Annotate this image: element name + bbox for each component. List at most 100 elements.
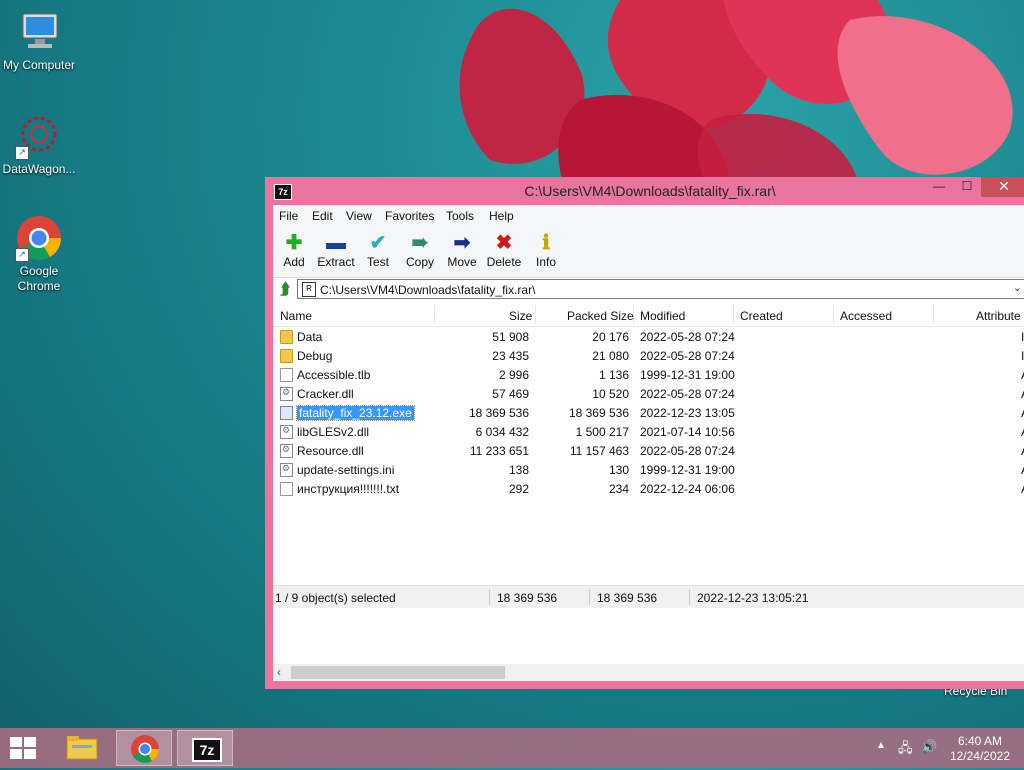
status-selected: 1 / 9 object(s) selected — [275, 591, 396, 605]
table-row[interactable]: инструкция!!!!!!!.txt 292 234 2022-12-24 06… — [273, 480, 1024, 499]
desktop-icon-chrome[interactable]: ↗ Google Chrome — [0, 214, 78, 294]
scroll-left-icon[interactable]: ‹ — [277, 665, 281, 679]
taskbar: 7z ▲ 🖧 🔊 6:40 AM 12/24/2022 — [0, 728, 1024, 768]
desktop-icon-label: Google Chrome — [17, 264, 61, 293]
table-row[interactable]: Data 51 908 20 176 2022-05-28 07:24 I — [273, 328, 1024, 347]
menu-view[interactable]: View — [346, 209, 372, 223]
row-modified: 2022-12-24 06:06 — [640, 482, 735, 496]
info-button[interactable]: ℹ Info — [525, 231, 567, 269]
status-modified: 2022-12-23 13:05:21 — [697, 591, 809, 605]
info-icon: ℹ — [542, 232, 550, 254]
desktop-icon-datawagon[interactable]: ↗ DataWagon... — [0, 112, 78, 177]
clock[interactable]: 6:40 AM 12/24/2022 — [950, 734, 1010, 764]
arrow-double-icon: ➠ — [411, 232, 429, 254]
column-attributes[interactable]: Attribute — [976, 309, 1021, 323]
delete-button[interactable]: ✖ Delete — [483, 231, 525, 269]
taskbar-chrome[interactable] — [116, 730, 172, 766]
taskbar-file-explorer[interactable] — [54, 730, 110, 766]
window-client: File Edit View Favorites Tools Help ✚ Ad… — [273, 205, 1024, 681]
address-input[interactable]: R C:\Users\VM4\Downloads\fatality_fix.ra… — [297, 279, 1024, 299]
row-modified: 2022-05-28 07:24 — [640, 349, 735, 363]
table-row[interactable]: Accessible.tlb 2 996 1 136 1999-12-31 19:00… — [273, 366, 1024, 385]
show-hidden-icons[interactable]: ▲ — [876, 740, 886, 751]
menu-edit[interactable]: Edit — [312, 209, 333, 223]
shortcut-arrow-icon: ↗ — [15, 146, 29, 160]
test-button[interactable]: ✔ Test — [357, 231, 399, 269]
close-button[interactable]: ✕ — [981, 177, 1024, 197]
file-icon — [280, 425, 293, 439]
minus-icon: ▬ — [326, 232, 346, 254]
row-name: Accessible.tlb — [297, 368, 371, 382]
table-row[interactable]: libGLESv2.dll 6 034 432 1 500 217 2021-07-1… — [273, 423, 1024, 442]
row-modified: 1999-12-31 19:00 — [640, 463, 735, 477]
row-name: Resource.dll — [297, 444, 364, 458]
address-bar: ⮭ R C:\Users\VM4\Downloads\fatality_fix.… — [273, 278, 1024, 302]
row-name: libGLESv2.dll — [297, 425, 370, 439]
file-list: Name Size Packed Size Modified Created A… — [273, 304, 1024, 681]
row-name: Cracker.dll — [297, 387, 354, 401]
check-icon: ✔ — [369, 232, 387, 254]
table-row[interactable]: Debug 23 435 21 080 2022-05-28 07:24 I — [273, 347, 1024, 366]
row-modified: 1999-12-31 19:00 — [640, 368, 735, 382]
menu-bar: File Edit View Favorites Tools Help — [273, 205, 1024, 227]
shortcut-arrow-icon: ↗ — [15, 248, 29, 262]
file-icon — [280, 463, 293, 477]
chrome-icon — [131, 735, 159, 763]
row-size: 18 369 536 — [468, 406, 529, 420]
column-name[interactable]: Name — [280, 309, 312, 323]
copy-button[interactable]: ➠ Copy — [399, 231, 441, 269]
table-row[interactable]: fatality_fix_23.12.exe 18 369 536 18 369 5… — [273, 404, 1024, 423]
column-size[interactable]: Size — [509, 309, 532, 323]
computer-icon — [22, 13, 58, 48]
row-packed-size: 20 176 — [592, 330, 629, 344]
maximize-button[interactable]: ☐ — [953, 177, 981, 197]
add-button[interactable]: ✚ Add — [273, 231, 315, 269]
7zip-icon: 7z — [192, 738, 222, 762]
table-row[interactable]: Cracker.dll57 46910 5202022-05-28 07:24A — [273, 385, 1024, 404]
menu-help[interactable]: Help — [489, 209, 514, 223]
folder-icon — [280, 330, 293, 344]
7zip-window: 7z C:\Users\VM4\Downloads\fatality_fix.r… — [265, 177, 1024, 689]
menu-file[interactable]: File — [279, 209, 298, 223]
row-packed-size: 18 369 536 — [568, 406, 629, 420]
column-modified[interactable]: Modified — [640, 309, 685, 323]
move-button[interactable]: ➡ Move — [441, 231, 483, 269]
window-title: C:\Users\VM4\Downloads\fatality_fix.rar\ — [524, 183, 776, 199]
row-packed-size: 234 — [608, 482, 629, 496]
menu-favorites[interactable]: Favorites — [385, 209, 434, 223]
row-size: 292 — [508, 482, 529, 496]
up-folder-button[interactable]: ⮭ — [277, 281, 293, 299]
status-size: 18 369 536 — [497, 591, 558, 605]
taskbar-7zip[interactable]: 7z — [177, 730, 233, 766]
row-name: fatality_fix_23.12.exe — [296, 405, 415, 421]
row-packed-size: 1 136 — [598, 368, 629, 382]
row-packed-size: 130 — [608, 463, 629, 477]
scrollbar-thumb[interactable] — [291, 666, 505, 679]
network-icon[interactable]: 🖧 — [898, 739, 913, 761]
row-size: 6 034 432 — [475, 425, 529, 439]
row-name: Debug — [297, 349, 333, 363]
column-packed-size[interactable]: Packed Size — [567, 309, 634, 323]
table-row[interactable]: update-settings.ini 138 130 1999-12-31 19:0… — [273, 461, 1024, 480]
row-size: 57 469 — [492, 387, 529, 401]
extract-button[interactable]: ▬ Extract — [315, 231, 357, 269]
column-accessed[interactable]: Accessed — [840, 309, 892, 323]
volume-icon[interactable]: 🔊 — [921, 739, 937, 755]
file-explorer-icon — [66, 736, 98, 760]
table-row[interactable]: Resource.dll 11 233 651 11 157 463 2022-05-… — [273, 442, 1024, 461]
address-path: C:\Users\VM4\Downloads\fatality_fix.rar\ — [320, 283, 536, 297]
chevron-down-icon[interactable]: ⌄ — [1013, 281, 1022, 294]
column-created[interactable]: Created — [740, 309, 783, 323]
start-button[interactable] — [10, 737, 38, 759]
column-header: Name Size Packed Size Modified Created A… — [273, 304, 1024, 327]
title-bar[interactable]: 7z C:\Users\VM4\Downloads\fatality_fix.r… — [265, 177, 1024, 205]
horizontal-scrollbar[interactable]: ‹ › — [273, 664, 1024, 681]
row-packed-size: 21 080 — [592, 349, 629, 363]
row-packed-size: 10 520 — [592, 387, 629, 401]
row-modified: 2022-05-28 07:24 — [640, 444, 735, 458]
row-size: 11 233 651 — [469, 444, 529, 458]
minimize-button[interactable]: — — [925, 177, 953, 197]
desktop-icon-my-computer[interactable]: My Computer — [0, 8, 78, 73]
menu-tools[interactable]: Tools — [446, 209, 474, 223]
clock-time: 6:40 AM — [957, 734, 1002, 748]
